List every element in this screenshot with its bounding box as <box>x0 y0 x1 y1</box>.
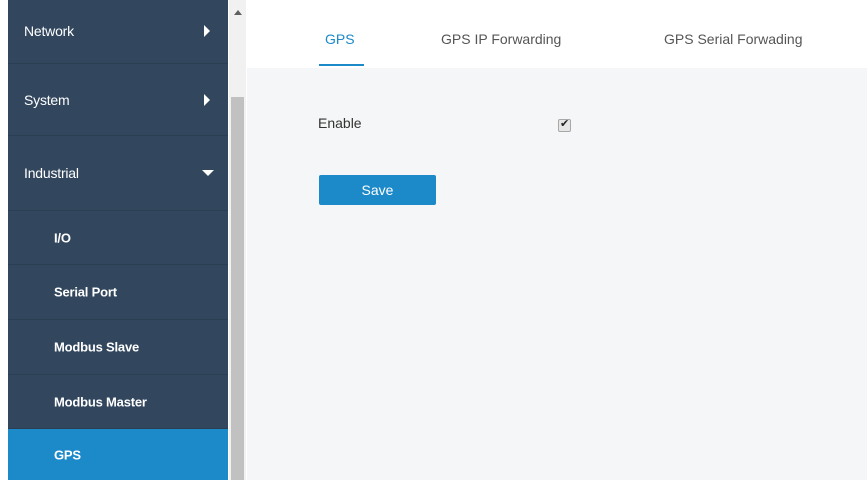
sidebar-item-industrial[interactable]: Industrial <box>8 136 228 211</box>
caret-right-icon <box>204 93 210 106</box>
save-button[interactable]: Save <box>319 175 436 205</box>
tab-gps-serial-forwarding[interactable]: GPS Serial Forwading <box>664 31 803 47</box>
sidebar-item-label: Industrial <box>24 165 79 181</box>
scroll-up-arrow-icon[interactable] <box>234 10 242 15</box>
active-tab-indicator <box>319 64 364 66</box>
tab-gps-ip-forwarding[interactable]: GPS IP Forwarding <box>441 31 561 47</box>
app-window: Network System Industrial I/O Serial Por… <box>0 0 867 480</box>
sidebar-item-serial-port[interactable]: Serial Port <box>8 265 228 320</box>
tab-gps[interactable]: GPS <box>325 31 355 47</box>
sidebar-item-label: System <box>24 91 70 108</box>
scrollbar-thumb[interactable] <box>231 97 244 480</box>
enable-checkbox[interactable]: ✔ <box>558 118 571 132</box>
sidebar-item-modbus-master[interactable]: Modbus Master <box>8 375 228 429</box>
sidebar-item-label: Modbus Slave <box>54 339 140 355</box>
sidebar-item-gps[interactable]: GPS <box>8 429 228 480</box>
sidebar-item-label: GPS <box>54 447 81 462</box>
tab-bar: GPS GPS IP Forwarding GPS Serial Forwadi… <box>247 0 867 68</box>
caret-right-icon <box>204 25 210 37</box>
sidebar-item-modbus-slave[interactable]: Modbus Slave <box>8 320 228 375</box>
sidebar-item-label: Modbus Master <box>54 394 147 409</box>
sidebar-item-network[interactable]: Network <box>8 0 228 64</box>
sidebar-item-system[interactable]: System <box>8 64 228 136</box>
main-content: Enable ✔ Save <box>247 68 867 480</box>
sidebar-item-label: I/O <box>54 230 71 245</box>
sidebar-scrollbar[interactable] <box>229 0 246 480</box>
sidebar-item-io[interactable]: I/O <box>8 211 228 265</box>
checkmark-icon: ✔ <box>560 118 570 130</box>
enable-label: Enable <box>318 115 362 131</box>
sidebar-item-label: Network <box>24 23 74 39</box>
caret-down-icon <box>202 170 214 176</box>
sidebar-item-label: Serial Port <box>54 284 117 300</box>
sidebar: Network System Industrial I/O Serial Por… <box>8 0 228 480</box>
